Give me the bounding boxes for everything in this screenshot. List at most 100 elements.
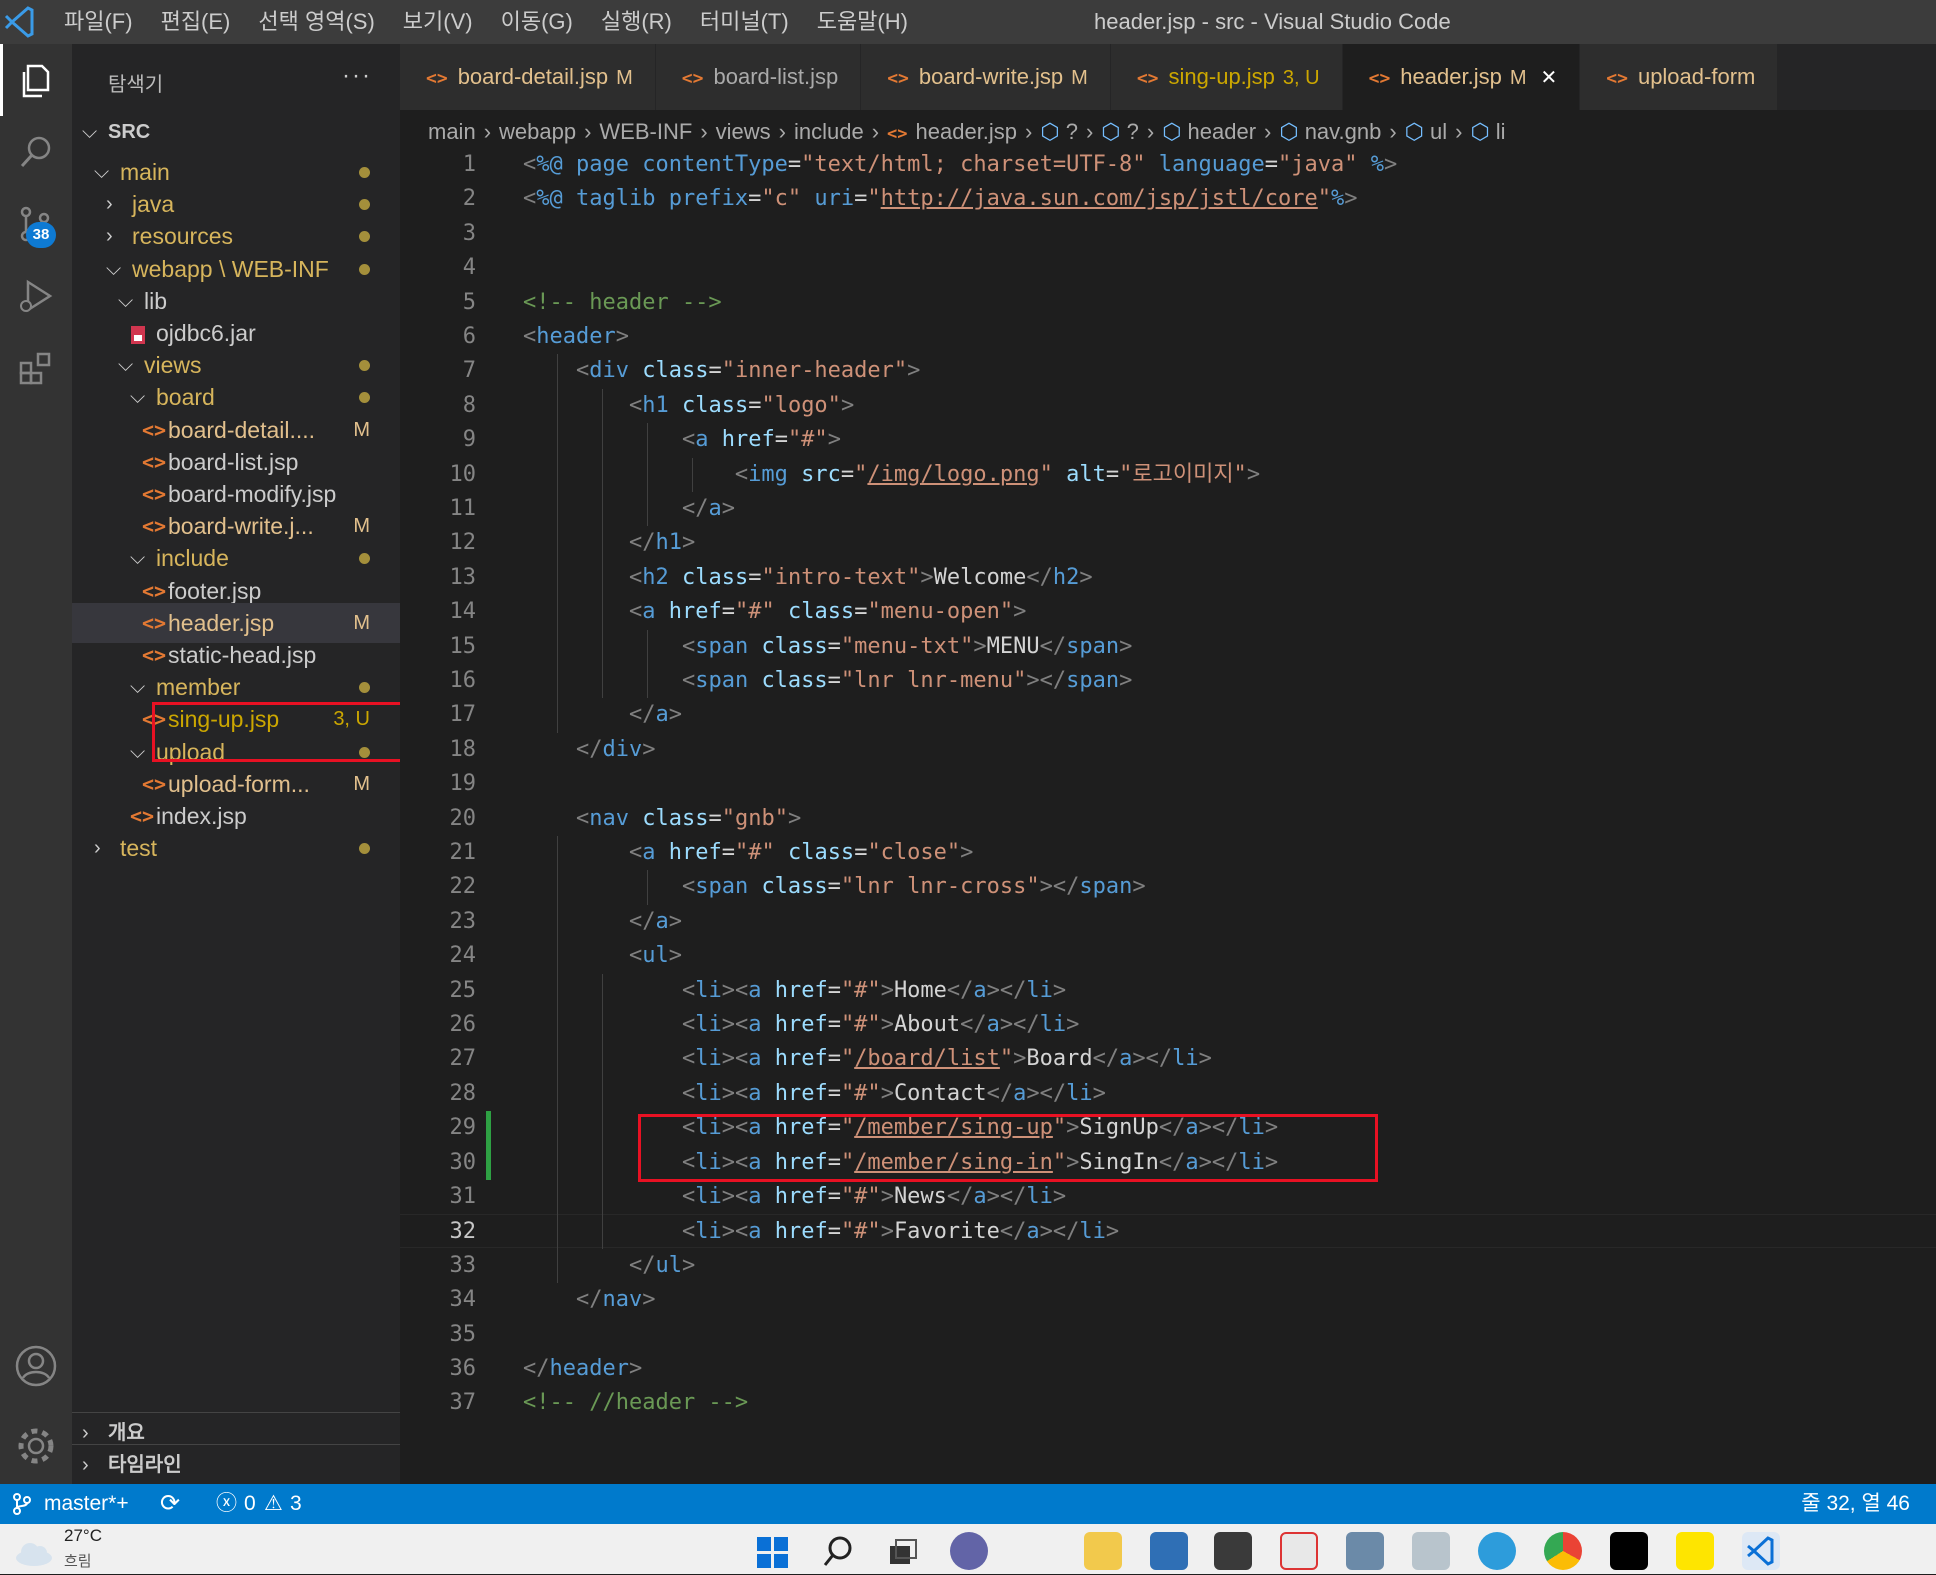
branch-name[interactable]: master*+ [44,1484,129,1524]
kakaotalk-icon[interactable] [1676,1532,1714,1570]
code-line[interactable]: 10 <img src="/img/logo.png" alt="로고이미지"> [400,458,1936,492]
search-icon[interactable] [0,116,72,188]
editor-tab[interactable]: <> sing-up.jsp 3, U [1110,44,1343,110]
code-line[interactable]: 14 <a href="#" class="menu-open"> [400,595,1936,629]
ms-store-icon[interactable] [1150,1532,1188,1570]
tree-folder[interactable]: › test [72,828,400,868]
calculator-icon[interactable] [1346,1532,1384,1570]
menu-item[interactable]: 실행(R) [587,0,686,44]
file-explorer-icon[interactable] [1084,1532,1122,1570]
code-line[interactable]: 34 </nav> [400,1283,1936,1317]
code-line[interactable]: 6 <header> [400,320,1936,354]
code-line[interactable]: 29 <li><a href="/member/sing-up">SignUp<… [400,1111,1936,1146]
code-line[interactable]: 19 [400,767,1936,801]
tree-root-src[interactable]: ⌵ SRC [72,112,400,152]
code-line[interactable]: 23 </a> [400,905,1936,939]
weather-temp[interactable]: 27°C [64,1526,102,1546]
code-line[interactable]: 21 <a href="#" class="close"> [400,836,1936,870]
menu-item[interactable]: 도움말(H) [803,0,922,44]
editor-tab[interactable]: <> upload-form [1580,44,1779,110]
breadcrumb-item[interactable]: header.jsp [916,119,1018,144]
warning-icon[interactable]: ⚠ [264,1484,283,1524]
code-line[interactable]: 16 <span class="lnr lnr-menu"></span> [400,664,1936,698]
branch-icon[interactable] [12,1484,32,1524]
app-icon[interactable] [1214,1532,1252,1570]
editor-tab[interactable]: <> board-write.jsp M [861,44,1111,110]
code-line[interactable]: 37 <!-- //header --> [400,1386,1936,1420]
edge-browser-icon[interactable] [1478,1532,1516,1570]
code-line[interactable]: 15 <span class="menu-txt">MENU</span> [400,630,1936,664]
menu-item[interactable]: 파일(F) [50,0,147,44]
code-line[interactable]: 17 </a> [400,698,1936,732]
cursor-position[interactable]: 줄 32, 열 46 [1801,1484,1910,1524]
breadcrumb-item[interactable]: ul [1430,119,1447,144]
error-count[interactable]: 0 [244,1484,256,1524]
editor-tab[interactable]: <> board-detail.jsp M [400,44,656,110]
code-line[interactable]: 32 <li><a href="#">Favorite</a></li> [400,1214,1936,1249]
code-line[interactable]: 22 <span class="lnr lnr-cross"></span> [400,870,1936,904]
menu-item[interactable]: 보기(V) [389,0,487,44]
code-view[interactable]: 1 <%@ page contentType="text/html; charse… [400,152,1936,1528]
code-line[interactable]: 28 <li><a href="#">Contact</a></li> [400,1077,1936,1111]
code-line[interactable]: 13 <h2 class="intro-text">Welcome</h2> [400,561,1936,595]
code-line[interactable]: 4 [400,251,1936,285]
windows-start-icon[interactable] [754,1532,792,1570]
more-actions-icon[interactable]: ··· [342,62,372,90]
code-line[interactable]: 31 <li><a href="#">News</a></li> [400,1180,1936,1214]
code-line[interactable]: 5 <!-- header --> [400,286,1936,320]
code-line[interactable]: 25 <li><a href="#">Home</a></li> [400,974,1936,1008]
code-line[interactable]: 8 <h1 class="logo"> [400,389,1936,423]
sync-icon[interactable]: ⟳ [160,1484,180,1524]
menu-item[interactable]: 편집(E) [147,0,245,44]
account-icon[interactable] [0,1330,72,1402]
network-app-icon[interactable] [1412,1532,1450,1570]
breadcrumb-item[interactable]: header [1188,119,1257,144]
source-control-icon[interactable]: 38 [0,188,72,260]
breadcrumb-item[interactable]: webapp [499,119,576,144]
code-line[interactable]: 1 <%@ page contentType="text/html; charse… [400,148,1936,182]
breadcrumb-item[interactable]: ? [1066,119,1078,144]
sync-app-icon[interactable] [1280,1532,1318,1570]
code-line[interactable]: 2 <%@ taglib prefix="c" uri="http://java.… [400,182,1936,216]
editor-tab[interactable]: <> header.jsp M ✕ [1342,44,1581,110]
code-line[interactable]: 24 <ul> [400,939,1936,973]
timeline-section[interactable]: › 타임라인 [72,1444,400,1484]
code-line[interactable]: 9 <a href="#"> [400,423,1936,457]
breadcrumb-item[interactable]: WEB-INF [599,119,692,144]
code-line[interactable]: 3 [400,217,1936,251]
code-line[interactable]: 33 </ul> [400,1249,1936,1283]
code-line[interactable]: 27 <li><a href="/board/list">Board</a></… [400,1042,1936,1076]
warning-count[interactable]: 3 [290,1484,302,1524]
code-line[interactable]: 7 <div class="inner-header"> [400,354,1936,388]
code-line[interactable]: 36 </header> [400,1352,1936,1386]
menu-item[interactable]: 선택 영역(S) [244,0,388,44]
code-line[interactable]: 35 [400,1318,1936,1352]
run-debug-icon[interactable] [0,260,72,332]
code-line[interactable]: 18 </div> [400,733,1936,767]
breadcrumb-item[interactable]: ? [1127,119,1139,144]
intellij-icon[interactable] [1610,1532,1648,1570]
vscode-taskbar-icon[interactable] [1742,1532,1780,1570]
teams-chat-icon[interactable] [950,1532,988,1570]
extensions-icon[interactable] [0,332,72,404]
code-line[interactable]: 11 </a> [400,492,1936,526]
breadcrumb-item[interactable]: main [428,119,476,144]
breadcrumb-item[interactable]: views [716,119,771,144]
menu-item[interactable]: 이동(G) [487,0,587,44]
chrome-browser-icon[interactable] [1544,1532,1582,1570]
menu-item[interactable]: 터미널(T) [686,0,803,44]
taskbar-search-icon[interactable] [820,1532,858,1570]
breadcrumb-item[interactable]: include [794,119,864,144]
close-tab-icon[interactable]: ✕ [1541,67,1558,89]
explorer-icon[interactable] [0,44,72,116]
error-icon[interactable]: ⓧ [216,1484,237,1524]
task-view-icon[interactable] [884,1532,922,1570]
breadcrumb-item[interactable]: li [1496,119,1506,144]
code-line[interactable]: 20 <nav class="gnb"> [400,802,1936,836]
editor-tab[interactable]: <> board-list.jsp [655,44,862,110]
breadcrumb-item[interactable]: nav.gnb [1305,119,1382,144]
code-line[interactable]: 12 </h1> [400,526,1936,560]
code-line[interactable]: 30 <li><a href="/member/sing-in">SingIn<… [400,1145,1936,1180]
code-line[interactable]: 26 <li><a href="#">About</a></li> [400,1008,1936,1042]
settings-gear-icon[interactable] [0,1410,72,1482]
